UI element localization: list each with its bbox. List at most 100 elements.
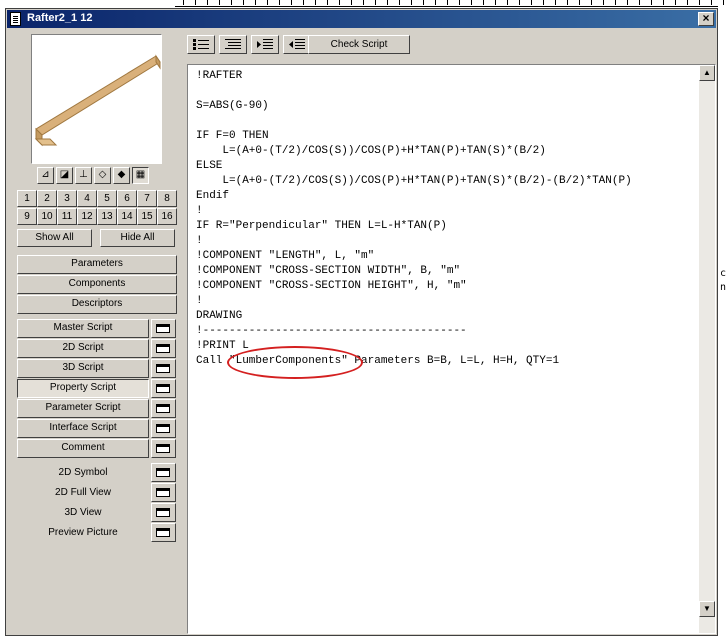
code-line[interactable]: S=ABS(G-90) (196, 99, 632, 114)
plan-view-button[interactable]: ⊿ (37, 167, 54, 184)
number-button-6[interactable]: 6 (117, 190, 137, 207)
number-button-16[interactable]: 16 (157, 208, 177, 225)
code-line[interactable]: !RAFTER (196, 69, 632, 84)
property-script-window-button[interactable] (151, 379, 176, 398)
code-line[interactable]: ELSE (196, 159, 632, 174)
highlight-annotation (227, 346, 363, 379)
hide-all-button[interactable]: Hide All (100, 229, 175, 247)
number-button-9[interactable]: 9 (17, 208, 37, 225)
number-button-10[interactable]: 10 (37, 208, 57, 225)
2d-script-button[interactable]: 2D Script (17, 339, 149, 358)
2d-script-window-button[interactable] (151, 339, 176, 358)
code-line[interactable]: IF F=0 THEN (196, 129, 632, 144)
code-line[interactable]: Endif (196, 189, 632, 204)
code-line[interactable]: L=(A+0-(T/2)/COS(S))/COS(P)+H*TAN(P)+TAN… (196, 174, 631, 189)
comment-window-button[interactable] (151, 439, 176, 458)
elevation-view-icon: ⊥ (79, 169, 88, 180)
rafter-preview-icon (34, 54, 161, 147)
outdent-button[interactable] (283, 35, 311, 54)
vertical-scrollbar[interactable]: ▲ ▼ (699, 65, 715, 633)
number-button-11[interactable]: 11 (57, 208, 77, 225)
descriptors-button[interactable]: Descriptors (17, 295, 177, 314)
master-script-window-button[interactable] (151, 319, 176, 338)
section-view-icon: ◪ (59, 169, 70, 180)
format-lines-icon (225, 39, 241, 49)
indent-button[interactable] (251, 35, 279, 54)
code-line[interactable]: ! (196, 234, 632, 249)
property-script-button[interactable]: Property Script (17, 379, 149, 398)
number-button-13[interactable]: 13 (97, 208, 117, 225)
number-button-8[interactable]: 8 (157, 190, 177, 207)
3d-script-button[interactable]: 3D Script (17, 359, 149, 378)
title-bar[interactable]: Rafter2_1 12 × (7, 10, 716, 28)
code-line[interactable]: !COMPONENT "CROSS-SECTION HEIGHT", H, "m… (196, 279, 632, 294)
3d-view-label[interactable]: 3D View (17, 507, 149, 518)
code-line[interactable]: !---------------------------------------… (196, 324, 632, 339)
object-preview-picture (31, 34, 162, 164)
number-button-5[interactable]: 5 (97, 190, 117, 207)
plan-view-icon: ⊿ (41, 169, 50, 180)
code-line[interactable]: !COMPONENT "LENGTH", L, "m" (196, 249, 632, 264)
number-button-2[interactable]: 2 (37, 190, 57, 207)
parameters-button[interactable]: Parameters (17, 255, 177, 274)
code-line[interactable] (196, 84, 632, 99)
show-all-button[interactable]: Show All (17, 229, 92, 247)
close-button[interactable]: × (698, 12, 714, 26)
indent-icon (257, 39, 273, 49)
axon-view-icon: ◇ (98, 169, 107, 180)
number-button-3[interactable]: 3 (57, 190, 77, 207)
code-line[interactable] (196, 114, 632, 129)
number-button-14[interactable]: 14 (117, 208, 137, 225)
insert-button[interactable] (187, 35, 215, 54)
number-button-1[interactable]: 1 (17, 190, 37, 207)
3d-view-window-button[interactable] (151, 503, 176, 522)
scroll-down-icon: ▼ (703, 604, 711, 613)
document-icon (10, 12, 21, 26)
number-button-4[interactable]: 4 (77, 190, 97, 207)
background-ruler (175, 0, 727, 7)
code-line[interactable]: ! (196, 204, 632, 219)
code-line[interactable]: !COMPONENT "CROSS-SECTION WIDTH", B, "m" (196, 264, 632, 279)
insert-lines-icon (193, 39, 209, 50)
interface-script-window-button[interactable] (151, 419, 176, 438)
background-glyph: n (720, 282, 727, 293)
section-view-button[interactable]: ◪ (56, 167, 73, 184)
preview-picture-window-button[interactable] (151, 523, 176, 542)
interface-script-button[interactable]: Interface Script (17, 419, 149, 438)
number-button-12[interactable]: 12 (77, 208, 97, 225)
elevation-view-button[interactable]: ⊥ (75, 167, 92, 184)
number-button-15[interactable]: 15 (137, 208, 157, 225)
filmstrip-view-button[interactable]: ▦ (132, 167, 149, 184)
code-line[interactable]: ! (196, 294, 632, 309)
background-glyph: c (720, 268, 727, 279)
close-icon: × (702, 11, 710, 25)
axon-view-button[interactable]: ◇ (94, 167, 111, 184)
scroll-down-button[interactable]: ▼ (699, 601, 715, 617)
preview-picture-label[interactable]: Preview Picture (17, 527, 149, 538)
background-window-edge: c n (718, 6, 727, 638)
components-button[interactable]: Components (17, 275, 177, 294)
code-line[interactable]: DRAWING (196, 309, 632, 324)
parameter-script-window-button[interactable] (151, 399, 176, 418)
2d-full-view-label[interactable]: 2D Full View (17, 487, 149, 498)
check-script-button[interactable]: Check Script (308, 35, 410, 54)
filmstrip-view-icon: ▦ (135, 169, 146, 180)
2d-full-view-window-button[interactable] (151, 483, 176, 502)
2d-symbol-window-button[interactable] (151, 463, 176, 482)
window-title: Rafter2_1 12 (27, 12, 93, 24)
code-line[interactable]: IF R="Perpendicular" THEN L=L-H*TAN(P) (196, 219, 632, 234)
format-button[interactable] (219, 35, 247, 54)
script-editor[interactable]: !RAFTER S=ABS(G-90) IF F=0 THEN L=(A+0-(T/… (187, 64, 716, 634)
script-text[interactable]: !RAFTER S=ABS(G-90) IF F=0 THEN L=(A+0-(T/… (196, 69, 632, 369)
scroll-up-button[interactable]: ▲ (699, 65, 715, 81)
comment-button[interactable]: Comment (17, 439, 149, 458)
parameter-script-button[interactable]: Parameter Script (17, 399, 149, 418)
3d-script-window-button[interactable] (151, 359, 176, 378)
perspective-view-button[interactable]: ◆ (113, 167, 130, 184)
2d-symbol-label[interactable]: 2D Symbol (17, 467, 149, 478)
scroll-up-icon: ▲ (703, 68, 711, 77)
code-line[interactable]: L=(A+0-(T/2)/COS(S))/COS(P)+H*TAN(P)+TAN… (196, 144, 632, 159)
master-script-button[interactable]: Master Script (17, 319, 149, 338)
number-button-7[interactable]: 7 (137, 190, 157, 207)
outdent-icon (289, 39, 305, 49)
